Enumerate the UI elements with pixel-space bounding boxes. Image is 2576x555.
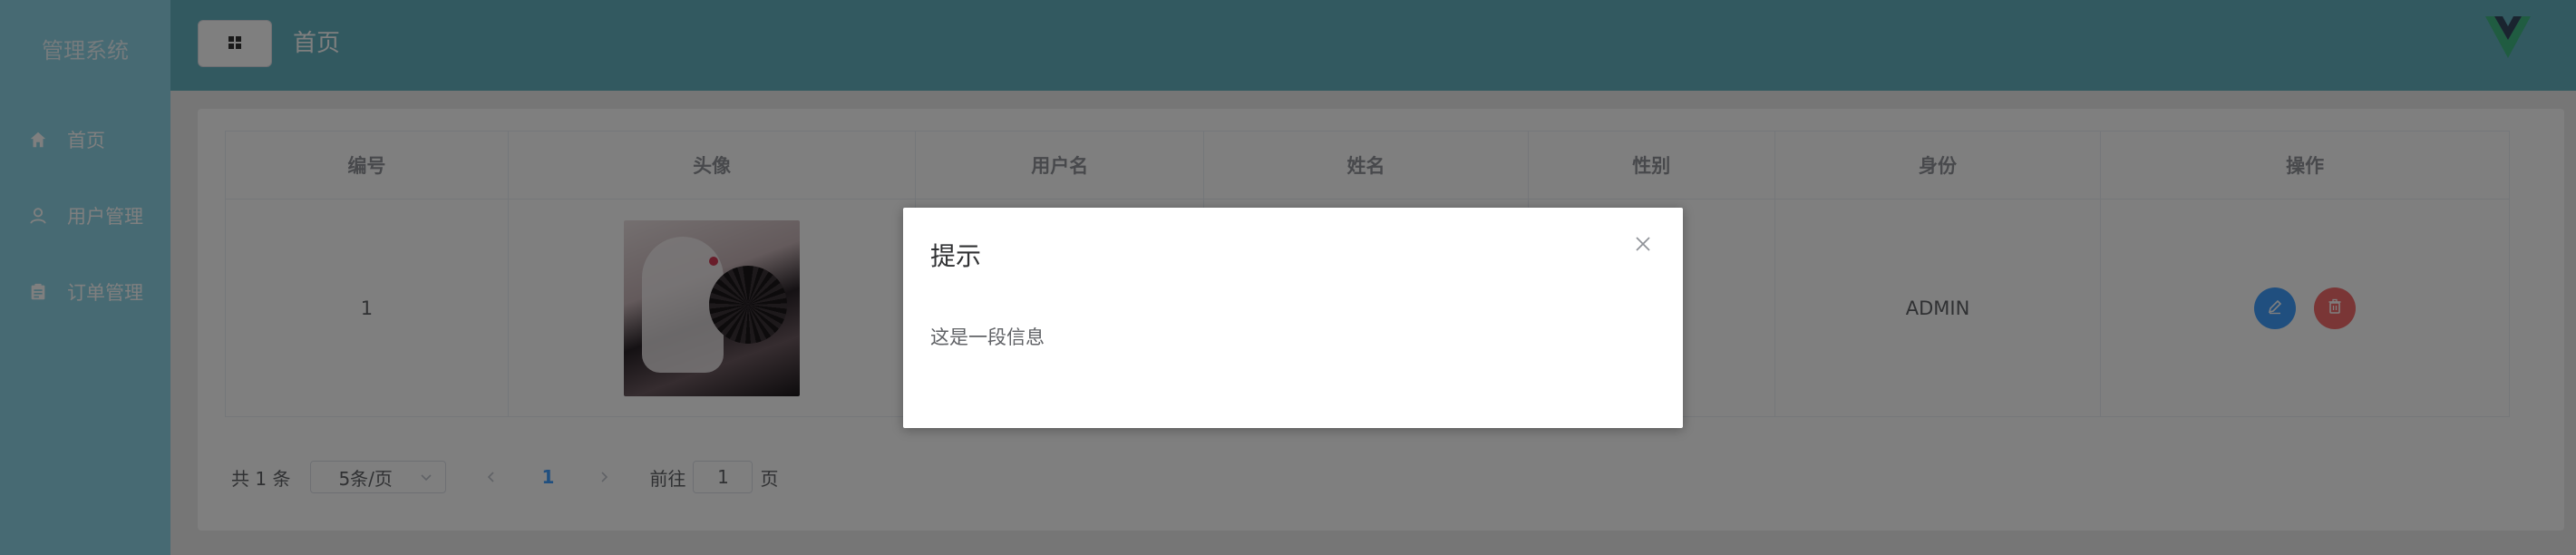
- close-button[interactable]: [1630, 233, 1656, 258]
- app: 管理系统 首页 用户管理 订单管理 首页: [0, 0, 2576, 555]
- dialog-message: 这是一段信息: [930, 326, 1045, 348]
- message-dialog: 提示 这是一段信息: [903, 208, 1683, 428]
- dialog-title: 提示: [930, 241, 982, 271]
- close-icon: [1634, 235, 1652, 257]
